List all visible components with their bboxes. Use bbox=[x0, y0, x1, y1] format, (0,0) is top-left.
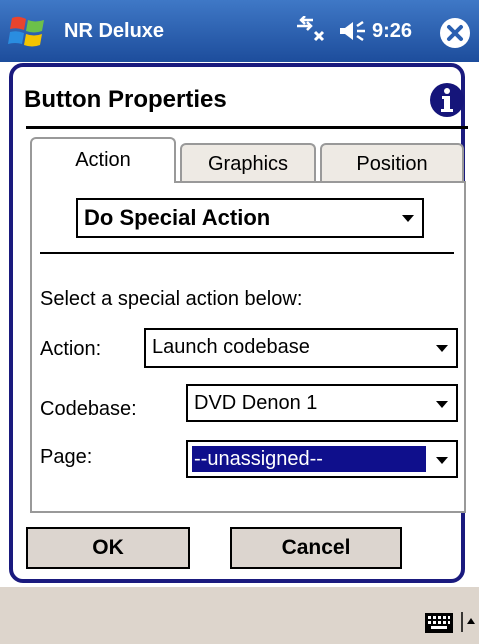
page-label: Page: bbox=[40, 446, 93, 468]
close-button[interactable] bbox=[440, 18, 470, 48]
info-icon[interactable] bbox=[429, 82, 465, 118]
action-mode-value: Do Special Action bbox=[84, 205, 271, 230]
page-select[interactable]: --unassigned-- bbox=[186, 440, 458, 478]
chevron-down-icon bbox=[402, 215, 414, 222]
tab-graphics[interactable]: Graphics bbox=[180, 143, 316, 183]
ok-button[interactable]: OK bbox=[26, 527, 190, 569]
app-title: NR Deluxe bbox=[64, 20, 165, 42]
volume-icon[interactable] bbox=[339, 18, 369, 44]
action-select-value: Launch codebase bbox=[152, 336, 310, 358]
codebase-label: Codebase: bbox=[40, 398, 137, 420]
windows-start-icon[interactable] bbox=[8, 12, 48, 52]
sip-arrow-up-icon[interactable] bbox=[460, 612, 476, 632]
title-divider bbox=[26, 126, 468, 129]
tab-action[interactable]: Action bbox=[30, 137, 176, 183]
chevron-down-icon bbox=[436, 345, 448, 352]
action-select[interactable]: Launch codebase bbox=[144, 328, 458, 368]
page-select-value: --unassigned-- bbox=[192, 446, 426, 472]
chevron-down-icon bbox=[436, 457, 448, 464]
keyboard-icon[interactable] bbox=[424, 612, 454, 634]
menu-bar bbox=[0, 587, 479, 644]
action-mode-select[interactable]: Do Special Action bbox=[76, 198, 424, 238]
special-action-prompt: Select a special action below: bbox=[40, 288, 303, 310]
tab-position[interactable]: Position bbox=[320, 143, 464, 183]
close-icon bbox=[447, 25, 463, 41]
network-icon[interactable] bbox=[293, 16, 331, 44]
clock[interactable]: 9:26 bbox=[372, 20, 412, 43]
cancel-button[interactable]: Cancel bbox=[230, 527, 402, 569]
section-divider bbox=[40, 252, 454, 254]
chevron-down-icon bbox=[436, 401, 448, 408]
action-label: Action: bbox=[40, 338, 102, 360]
codebase-select-value: DVD Denon 1 bbox=[194, 392, 318, 414]
codebase-select[interactable]: DVD Denon 1 bbox=[186, 384, 458, 422]
dialog-title: Button Properties bbox=[24, 86, 227, 113]
